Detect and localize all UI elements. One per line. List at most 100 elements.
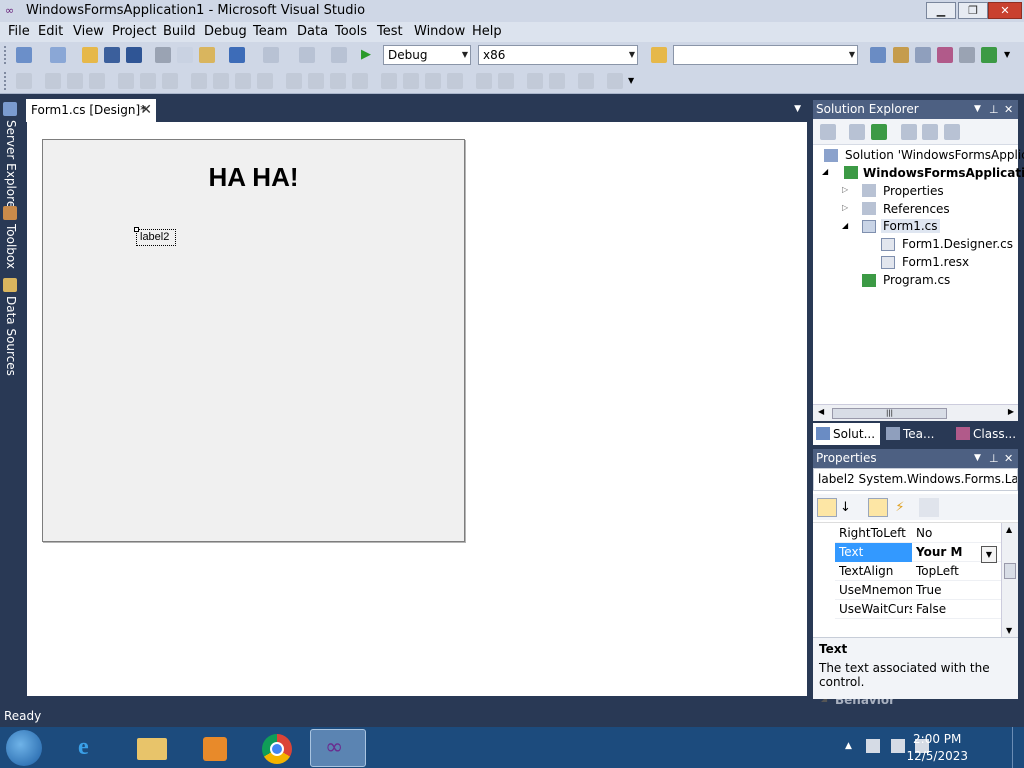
extension-manager-icon[interactable] (959, 47, 975, 63)
vertical-spacing-icon[interactable] (381, 73, 397, 89)
toolbox-tab[interactable]: Toolbox (2, 224, 20, 274)
remove-vertical-spacing-icon[interactable] (447, 73, 463, 89)
align-tops-icon[interactable] (118, 73, 134, 89)
chevron-down-icon[interactable]: ▼ (974, 100, 981, 119)
dropdown-arrow-icon[interactable]: ▼ (981, 546, 997, 563)
find-in-files-icon[interactable] (651, 47, 667, 63)
undo-icon[interactable] (229, 47, 245, 63)
add-item-icon[interactable] (50, 47, 66, 63)
tree-item-project[interactable]: WindowsFormsApplication1 (863, 166, 1024, 180)
save-icon[interactable] (104, 47, 120, 63)
align-rights-icon[interactable] (89, 73, 105, 89)
property-value[interactable]: True (916, 581, 942, 600)
properties-view-icon[interactable] (868, 498, 888, 517)
menu-team[interactable]: Team (253, 24, 287, 39)
tab-order-icon[interactable] (578, 73, 594, 89)
solution-platform-select[interactable]: x86 ▼ (478, 45, 638, 65)
property-row[interactable]: RightToLeft No (835, 524, 1001, 543)
scrollbar-thumb[interactable] (1004, 563, 1016, 579)
tree-item-properties[interactable]: Properties (883, 184, 944, 198)
scroll-down-icon[interactable]: ▼ (1006, 626, 1012, 635)
tree-item-form1[interactable]: Form1.cs (881, 219, 940, 233)
expand-arrow-icon[interactable]: ◢ (822, 167, 828, 176)
align-lefts-icon[interactable] (45, 73, 61, 89)
menu-project[interactable]: Project (112, 24, 156, 39)
toolbar-options-icon[interactable]: ▼ (628, 73, 644, 89)
chevron-down-icon[interactable]: ▼ (794, 104, 801, 114)
align-bottoms-icon[interactable] (162, 73, 178, 89)
menu-data[interactable]: Data (297, 24, 328, 39)
minimize-button[interactable]: ▁ (926, 2, 956, 19)
alphabetical-icon[interactable]: ↓ (839, 498, 859, 517)
tree-item-references[interactable]: References (883, 202, 950, 216)
copy-icon[interactable] (177, 47, 193, 63)
refresh-icon[interactable] (871, 124, 887, 140)
horizontal-scrollbar[interactable]: ◀ ||| ▶ (813, 404, 1018, 421)
properties-icon[interactable] (820, 124, 836, 140)
start-debugging-icon[interactable]: ▶ (361, 47, 377, 63)
tab-form1-design[interactable]: Form1.cs [Design]* ✕ (26, 99, 156, 122)
form-designer-surface[interactable]: HA HA! label2 (27, 122, 807, 696)
start-page-icon[interactable] (981, 47, 997, 63)
close-icon[interactable]: ✕ (1004, 100, 1013, 119)
menu-test[interactable]: Test (377, 24, 403, 39)
menu-tools[interactable]: Tools (335, 24, 367, 39)
close-icon[interactable]: ✕ (1004, 449, 1013, 468)
show-all-files-icon[interactable] (849, 124, 865, 140)
property-row[interactable]: UseWaitCursc False (835, 600, 1001, 619)
scroll-left-icon[interactable]: ◀ (818, 407, 824, 416)
label2-control[interactable]: label2 (134, 227, 176, 246)
scroll-up-icon[interactable]: ▲ (1006, 525, 1012, 534)
toolbar-grip[interactable] (4, 72, 8, 90)
taskbar-internet-explorer[interactable]: e (62, 729, 118, 767)
remove-horizontal-spacing-icon[interactable] (352, 73, 368, 89)
align-to-grid-icon[interactable] (16, 73, 32, 89)
center-horizontally-icon[interactable] (476, 73, 492, 89)
taskbar-media-player[interactable] (186, 729, 242, 767)
send-to-back-icon[interactable] (549, 73, 565, 89)
increase-horizontal-spacing-icon[interactable] (308, 73, 324, 89)
navigate-forward-icon[interactable] (331, 47, 347, 63)
class-diagram-icon[interactable] (944, 124, 960, 140)
property-value[interactable]: No (916, 524, 932, 543)
data-sources-tab[interactable]: Data Sources (2, 296, 20, 376)
resize-handle[interactable] (134, 227, 139, 232)
chevron-down-icon[interactable]: ▼ (974, 449, 981, 468)
tree-item-form1-resx[interactable]: Form1.resx (902, 255, 969, 269)
property-value[interactable]: False (916, 600, 946, 619)
network-icon[interactable] (891, 739, 905, 753)
tab-class-view[interactable]: Class... (953, 423, 1018, 445)
view-code-icon[interactable] (901, 124, 917, 140)
menu-debug[interactable]: Debug (204, 24, 247, 39)
property-row[interactable]: UseMnemoni True (835, 581, 1001, 600)
tab-solution-explorer[interactable]: Solut... (813, 423, 880, 445)
vertical-scrollbar[interactable]: ▲ ▼ (1001, 523, 1018, 637)
pin-icon[interactable]: ⊥ (989, 100, 999, 119)
decrease-vertical-spacing-icon[interactable] (425, 73, 441, 89)
bring-to-front-icon[interactable] (527, 73, 543, 89)
close-icon[interactable]: ✕ (140, 100, 152, 121)
property-pages-icon[interactable] (919, 498, 939, 517)
categorized-icon[interactable] (817, 498, 837, 517)
increase-vertical-spacing-icon[interactable] (403, 73, 419, 89)
maximize-button[interactable]: ❐ (958, 2, 988, 19)
align-centers-icon[interactable] (67, 73, 83, 89)
make-same-height-icon[interactable] (213, 73, 229, 89)
close-button[interactable]: ✕ (988, 2, 1022, 19)
show-hidden-icons-icon[interactable]: ▲ (845, 741, 852, 751)
object-selector[interactable]: label2 System.Windows.Forms.Lab (813, 468, 1018, 491)
center-vertically-icon[interactable] (498, 73, 514, 89)
property-value[interactable]: TopLeft (916, 562, 959, 581)
menu-help[interactable]: Help (472, 24, 502, 39)
tree-item-solution[interactable]: Solution 'WindowsFormsApplica (845, 148, 1024, 162)
align-middles-icon[interactable] (140, 73, 156, 89)
property-row-selected[interactable]: Text Your M (835, 543, 1001, 562)
find-combo[interactable]: ▼ (673, 45, 858, 65)
toolbar-options-icon[interactable]: ▼ (1004, 47, 1020, 63)
solution-configuration-select[interactable]: Debug ▼ (383, 45, 471, 65)
view-designer-icon[interactable] (922, 124, 938, 140)
show-desktop-button[interactable] (1012, 727, 1024, 768)
menu-file[interactable]: File (8, 24, 30, 39)
new-project-icon[interactable] (16, 47, 32, 63)
menu-build[interactable]: Build (163, 24, 196, 39)
